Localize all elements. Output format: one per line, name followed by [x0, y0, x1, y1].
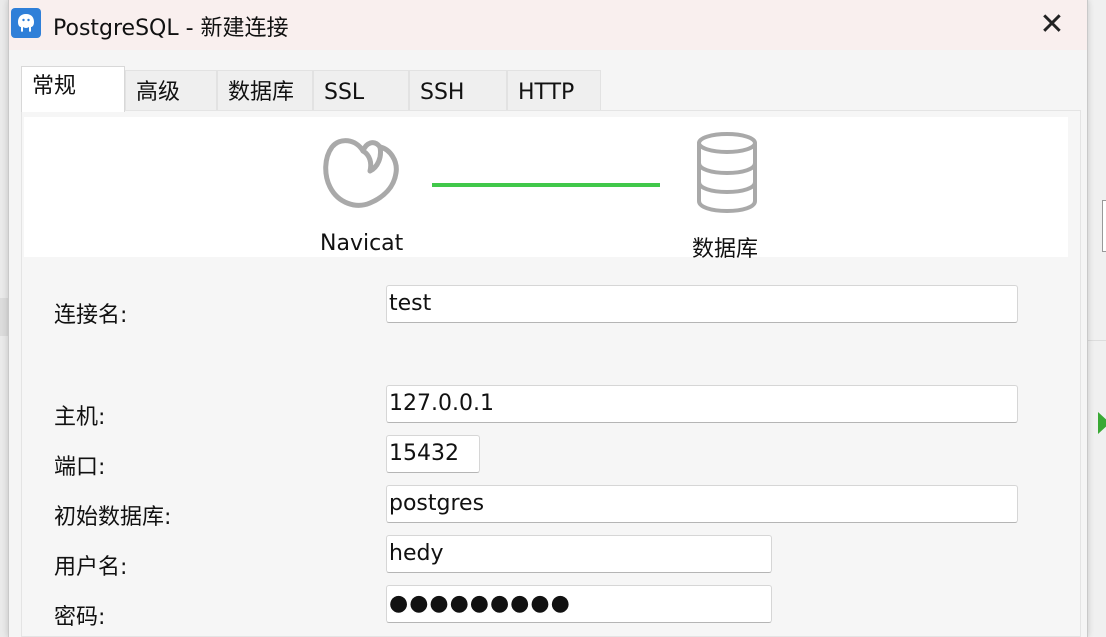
background-band: [0, 298, 8, 336]
background-divider: [1086, 340, 1106, 341]
username-input[interactable]: hedy: [386, 535, 772, 573]
connection-diagram: Navicat 数据库: [24, 117, 1068, 262]
run-icon: [1098, 412, 1106, 434]
title-bar: PostgreSQL - 新建连接 ✕: [9, 0, 1087, 50]
connection-name-label: 连接名:: [54, 303, 128, 328]
tab-general[interactable]: 常规: [21, 66, 125, 112]
tab-ssh[interactable]: SSH: [409, 70, 507, 110]
navicat-logo-icon: [323, 138, 399, 208]
new-connection-dialog: PostgreSQL - 新建连接 ✕ 常规 高级 数据库 SSL SSH HT…: [8, 0, 1088, 637]
username-label: 用户名:: [54, 555, 128, 580]
tab-ssl[interactable]: SSL: [313, 70, 409, 110]
connection-line: [432, 183, 660, 187]
initial-database-label: 初始数据库:: [54, 505, 172, 530]
database-label: 数据库: [692, 237, 759, 262]
window-title: PostgreSQL - 新建连接: [53, 16, 289, 41]
background-left-edge: [0, 0, 8, 637]
postgresql-elephant-icon: [11, 8, 41, 38]
close-button[interactable]: ✕: [1035, 8, 1069, 42]
general-tab-panel: Navicat 数据库 连接名: test 主机: 127.0.0.1 端口: …: [21, 110, 1081, 637]
tab-databases[interactable]: 数据库: [217, 70, 313, 110]
background-right-edge: [1086, 0, 1106, 637]
password-label: 密码:: [54, 605, 106, 630]
port-input[interactable]: 15432: [386, 435, 480, 473]
port-label: 端口:: [54, 455, 106, 480]
initial-database-input[interactable]: postgres: [386, 485, 1018, 523]
tab-http[interactable]: HTTP: [507, 70, 601, 110]
navicat-label: Navicat: [320, 231, 404, 256]
password-input[interactable]: ●●●●●●●●●: [386, 585, 772, 623]
database-icon: [697, 132, 757, 214]
background-panel: [1102, 200, 1106, 252]
host-label: 主机:: [54, 405, 106, 430]
tab-advanced[interactable]: 高级: [125, 70, 217, 110]
host-input[interactable]: 127.0.0.1: [386, 385, 1018, 423]
connection-name-input[interactable]: test: [386, 285, 1018, 323]
